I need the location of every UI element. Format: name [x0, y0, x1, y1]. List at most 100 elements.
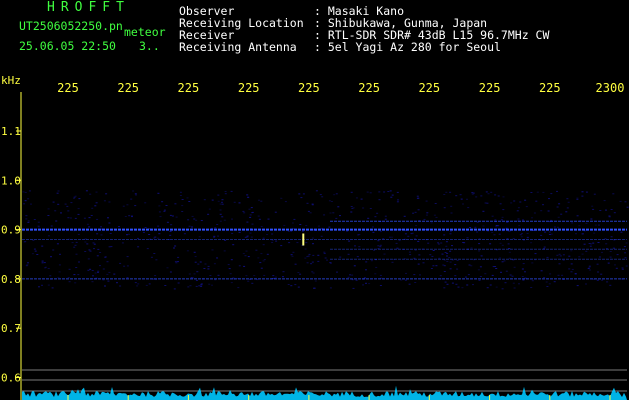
noise-speckle: [123, 265, 126, 267]
noise-speckle: [519, 234, 522, 236]
noise-speckle: [30, 203, 32, 205]
noise-speckle: [610, 209, 613, 210]
noise-speckle: [24, 241, 27, 242]
noise-speckle: [477, 269, 480, 271]
noise-speckle: [275, 240, 278, 242]
noise-speckle: [459, 194, 462, 196]
noise-speckle: [470, 247, 473, 249]
noise-speckle: [585, 250, 588, 252]
noise-speckle: [513, 287, 516, 289]
noise-speckle: [349, 274, 351, 276]
noise-speckle: [193, 251, 196, 253]
noise-speckle: [607, 262, 610, 264]
noise-speckle: [521, 233, 523, 235]
noise-speckle: [365, 282, 367, 284]
noise-speckle: [157, 237, 160, 239]
noise-speckle: [500, 219, 503, 221]
noise-speckle: [426, 212, 429, 214]
noise-speckle: [365, 261, 368, 263]
noise-speckle: [198, 285, 201, 287]
noise-speckle: [356, 256, 359, 258]
noise-speckle: [293, 218, 296, 220]
noise-speckle: [221, 199, 224, 201]
noise-speckle: [282, 276, 284, 278]
noise-speckle: [109, 233, 112, 234]
noise-speckle: [131, 215, 133, 217]
noise-speckle: [609, 256, 612, 258]
noise-speckle: [536, 191, 539, 193]
noise-speckle: [251, 282, 254, 284]
noise-speckle: [191, 277, 194, 279]
noise-speckle: [308, 253, 311, 255]
noise-speckle: [260, 253, 263, 255]
noise-speckle: [174, 203, 177, 205]
noise-speckle: [107, 280, 110, 282]
noise-speckle: [404, 233, 407, 235]
noise-speckle: [413, 257, 416, 259]
noise-speckle: [466, 198, 468, 200]
noise-speckle: [416, 195, 419, 197]
noise-speckle: [267, 218, 270, 220]
noise-speckle: [612, 247, 615, 249]
noise-speckle: [57, 190, 60, 192]
noise-speckle: [203, 199, 206, 201]
noise-speckle: [106, 273, 109, 275]
noise-speckle: [571, 222, 574, 224]
noise-speckle: [379, 244, 382, 246]
noise-speckle: [84, 241, 87, 243]
noise-speckle: [246, 235, 249, 237]
noise-speckle: [77, 233, 80, 235]
noise-speckle: [499, 203, 502, 205]
noise-speckle: [104, 256, 107, 258]
noise-speckle: [166, 221, 169, 223]
noise-speckle: [27, 220, 30, 222]
noise-speckle: [427, 242, 430, 244]
noise-speckle: [530, 287, 533, 288]
noise-speckle: [25, 215, 28, 217]
noise-speckle: [174, 261, 177, 263]
noise-speckle: [154, 236, 157, 238]
noise-speckle: [217, 194, 220, 196]
noise-speckle: [583, 243, 586, 245]
noise-speckle: [211, 284, 213, 286]
noise-speckle: [243, 265, 246, 267]
noise-speckle: [445, 191, 448, 193]
noise-speckle: [74, 244, 77, 246]
noise-speckle: [497, 225, 500, 227]
noise-speckle: [230, 282, 233, 284]
noise-speckle: [314, 280, 317, 282]
noise-speckle: [494, 219, 497, 221]
noise-speckle: [557, 216, 560, 218]
noise-speckle: [89, 193, 92, 195]
noise-speckle: [486, 202, 489, 204]
noise-speckle: [571, 268, 574, 270]
noise-speckle: [439, 275, 442, 277]
noise-speckle: [354, 245, 356, 247]
noise-speckle: [217, 235, 220, 237]
noise-speckle: [187, 219, 190, 221]
noise-speckle: [315, 190, 318, 192]
noise-speckle: [455, 195, 458, 197]
noise-speckle: [460, 198, 463, 200]
noise-speckle: [224, 193, 227, 195]
noise-speckle: [228, 268, 231, 270]
noise-speckle: [581, 195, 584, 197]
noise-speckle: [487, 193, 490, 195]
noise-speckle: [454, 264, 457, 266]
noise-speckle: [68, 268, 71, 270]
noise-speckle: [302, 193, 305, 195]
noise-speckle: [158, 233, 161, 235]
noise-speckle: [405, 272, 407, 274]
noise-speckle: [170, 224, 173, 226]
noise-speckle: [194, 261, 197, 263]
noise-speckle: [75, 253, 78, 255]
x-tick-label: 225: [178, 81, 200, 95]
noise-speckle: [288, 242, 291, 244]
noise-speckle: [130, 198, 133, 200]
noise-speckle: [531, 262, 534, 264]
noise-speckle: [482, 210, 485, 212]
noise-speckle: [169, 214, 172, 216]
noise-speckle: [227, 264, 230, 266]
noise-speckle: [290, 230, 293, 232]
noise-speckle: [397, 199, 399, 201]
